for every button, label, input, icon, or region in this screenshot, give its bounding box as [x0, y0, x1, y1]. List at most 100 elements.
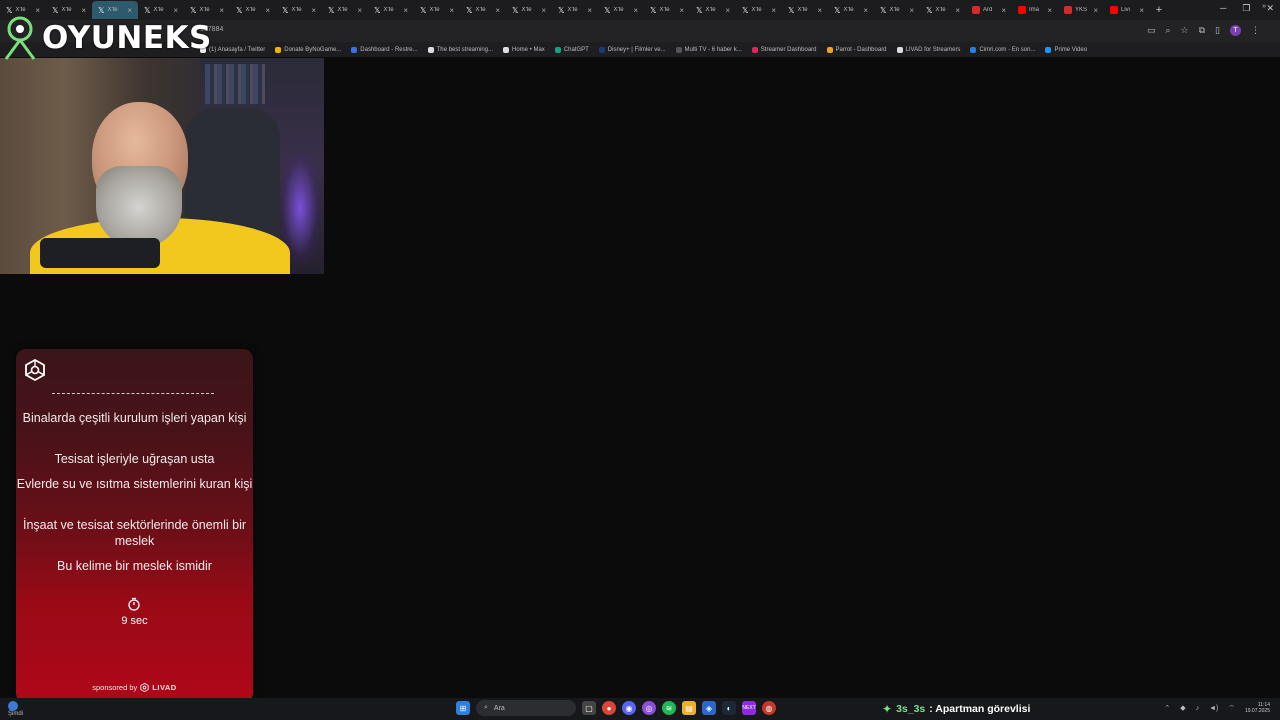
x-logo-icon: 𝕏: [650, 5, 657, 15]
quiz-clue: Tesisat işleriyle uğraşan usta: [54, 452, 215, 466]
file-explorer-icon[interactable]: ▤: [682, 701, 696, 715]
browser-tab[interactable]: 𝕏 X'te ×: [460, 1, 506, 19]
browser-tab[interactable]: 𝕏 X'te ×: [414, 1, 460, 19]
volume-icon[interactable]: ◄): [1209, 705, 1218, 712]
tab-close-icon[interactable]: ×: [817, 6, 822, 15]
tab-close-icon[interactable]: ×: [909, 6, 914, 15]
tab-close-icon[interactable]: ×: [679, 6, 684, 15]
tab-label: X'te: [567, 7, 578, 13]
browser-tab[interactable]: 𝕏 X'te ×: [276, 1, 322, 19]
bookmark-item[interactable]: LIVAD for Streamers: [896, 46, 960, 53]
browser-tab[interactable]: 𝕏 X'te ×: [874, 1, 920, 19]
tab-close-icon[interactable]: ×: [265, 6, 270, 15]
start-icon[interactable]: ⊞: [456, 701, 470, 715]
tab-close-icon[interactable]: ×: [495, 6, 500, 15]
tab-close-icon[interactable]: ×: [771, 6, 776, 15]
bookmark-item[interactable]: Streamer Dashboard: [751, 46, 817, 53]
browser-tab[interactable]: İma ×: [1012, 1, 1058, 19]
tray-app-icon[interactable]: ◆: [1180, 704, 1185, 712]
profile-avatar[interactable]: T: [1230, 25, 1241, 36]
steam-icon[interactable]: ◐: [722, 701, 736, 715]
browser-tab[interactable]: 𝕏 X'te ×: [598, 1, 644, 19]
bookmark-item[interactable]: Prime Video: [1045, 46, 1087, 53]
browser-tab[interactable]: 𝕏 X'te ×: [920, 1, 966, 19]
bookmark-item[interactable]: ChatGPT: [554, 46, 589, 53]
bookmark-item[interactable]: The best streaming...: [427, 46, 493, 53]
browser-tab[interactable]: 𝕏 X'te ×: [828, 1, 874, 19]
tab-close-icon[interactable]: ×: [1047, 6, 1052, 15]
sidebar-icon[interactable]: ▯: [1215, 25, 1220, 36]
menu-icon[interactable]: ⋮: [1251, 25, 1260, 36]
bookmark-favicon-icon: [826, 46, 833, 53]
x-logo-icon: 𝕏: [420, 5, 427, 15]
app-icon-blue[interactable]: ◈: [702, 701, 716, 715]
tab-close-icon[interactable]: ×: [1001, 6, 1006, 15]
bookmark-item[interactable]: Dashboard - Restre...: [351, 46, 418, 53]
tab-label: X'te: [889, 7, 900, 13]
minimize-icon[interactable]: ─: [1220, 3, 1226, 14]
next-icon[interactable]: NEXT: [742, 701, 756, 715]
bookmark-favicon-icon: [896, 46, 903, 53]
restore-icon[interactable]: ❐: [1242, 3, 1250, 14]
tab-close-icon[interactable]: ×: [403, 6, 408, 15]
spotify-icon[interactable]: ≋: [662, 701, 676, 715]
bookmark-star-icon[interactable]: ☆: [1181, 25, 1189, 36]
tab-close-icon[interactable]: ×: [1139, 6, 1144, 15]
bookmark-item[interactable]: Donate ByNoGame...: [275, 46, 341, 53]
new-tab-icon[interactable]: +: [1150, 4, 1168, 16]
chrome-icon[interactable]: ●: [602, 701, 616, 715]
chevron-up-icon[interactable]: ⌃: [1164, 704, 1170, 712]
discord-icon[interactable]: ◉: [622, 701, 636, 715]
tab-label: X'te: [613, 7, 624, 13]
tab-close-icon[interactable]: ×: [219, 6, 224, 15]
taskbar-notification-area[interactable]: Şimdi: [8, 701, 23, 717]
tab-close-icon[interactable]: ×: [311, 6, 316, 15]
browser-tab[interactable]: 𝕏 X'te ×: [736, 1, 782, 19]
tab-close-icon[interactable]: ×: [541, 6, 546, 15]
browser-tab[interactable]: 𝕏 X'te ×: [230, 1, 276, 19]
task-view-icon[interactable]: ▢: [582, 701, 596, 715]
browser-tab[interactable]: YKS ×: [1058, 1, 1104, 19]
tab-label: Livi: [1121, 7, 1131, 13]
browser-tab[interactable]: 𝕏 X'te ×: [644, 1, 690, 19]
cast-icon[interactable]: ▭: [1147, 25, 1156, 36]
tab-close-icon[interactable]: ×: [357, 6, 362, 15]
tab-close-icon[interactable]: ×: [449, 6, 454, 15]
network-icon[interactable]: ⌔: [1228, 704, 1235, 713]
browser-tab[interactable]: Ard ×: [966, 1, 1012, 19]
bookmark-item[interactable]: Multi TV - 6 haber k...: [675, 46, 742, 53]
bookmark-item[interactable]: Home • Max: [503, 46, 545, 53]
tab-label: X'te: [797, 7, 808, 13]
tab-label: X'te: [245, 7, 256, 13]
close-icon[interactable]: ✕: [1266, 3, 1274, 14]
app-icon[interactable]: ◎: [642, 701, 656, 715]
browser-tab[interactable]: 𝕏 X'te ×: [782, 1, 828, 19]
taskbar-search[interactable]: ⌕ Ara: [476, 700, 576, 716]
bookmarks-overflow-icon[interactable]: »: [1262, 3, 1266, 10]
bookmark-item[interactable]: Parrot - Dashboard: [826, 46, 887, 53]
tab-close-icon[interactable]: ×: [633, 6, 638, 15]
notification-icon[interactable]: [8, 701, 18, 711]
browser-tab[interactable]: 𝕏 X'te ×: [368, 1, 414, 19]
taskbar-clock[interactable]: 11:14 19.07.2025: [1245, 702, 1270, 714]
bookmark-label: (1) Anasayfa / Twitter: [209, 46, 266, 53]
clock-date: 19.07.2025: [1244, 708, 1270, 714]
books: [205, 64, 265, 104]
tab-close-icon[interactable]: ×: [1093, 6, 1098, 15]
obs-icon[interactable]: ◍: [762, 701, 776, 715]
tab-close-icon[interactable]: ×: [955, 6, 960, 15]
zoom-icon[interactable]: ⌕: [1165, 25, 1170, 36]
extensions-icon[interactable]: ⧉: [1199, 25, 1205, 36]
tab-close-icon[interactable]: ×: [587, 6, 592, 15]
tab-close-icon[interactable]: ×: [863, 6, 868, 15]
bookmark-item[interactable]: Disney+ | Filmler ve...: [598, 46, 666, 53]
browser-tab[interactable]: 𝕏 X'te ×: [552, 1, 598, 19]
tab-close-icon[interactable]: ×: [725, 6, 730, 15]
browser-tab[interactable]: 𝕏 X'te ×: [690, 1, 736, 19]
bookmark-item[interactable]: Cimri.com - En son...: [970, 46, 1035, 53]
browser-tab[interactable]: Livi ×: [1104, 1, 1150, 19]
microphone-icon[interactable]: ♪: [1196, 705, 1200, 712]
browser-tab[interactable]: 𝕏 X'te ×: [506, 1, 552, 19]
browser-tab[interactable]: 𝕏 X'te ×: [322, 1, 368, 19]
stopwatch-icon: [128, 597, 140, 611]
